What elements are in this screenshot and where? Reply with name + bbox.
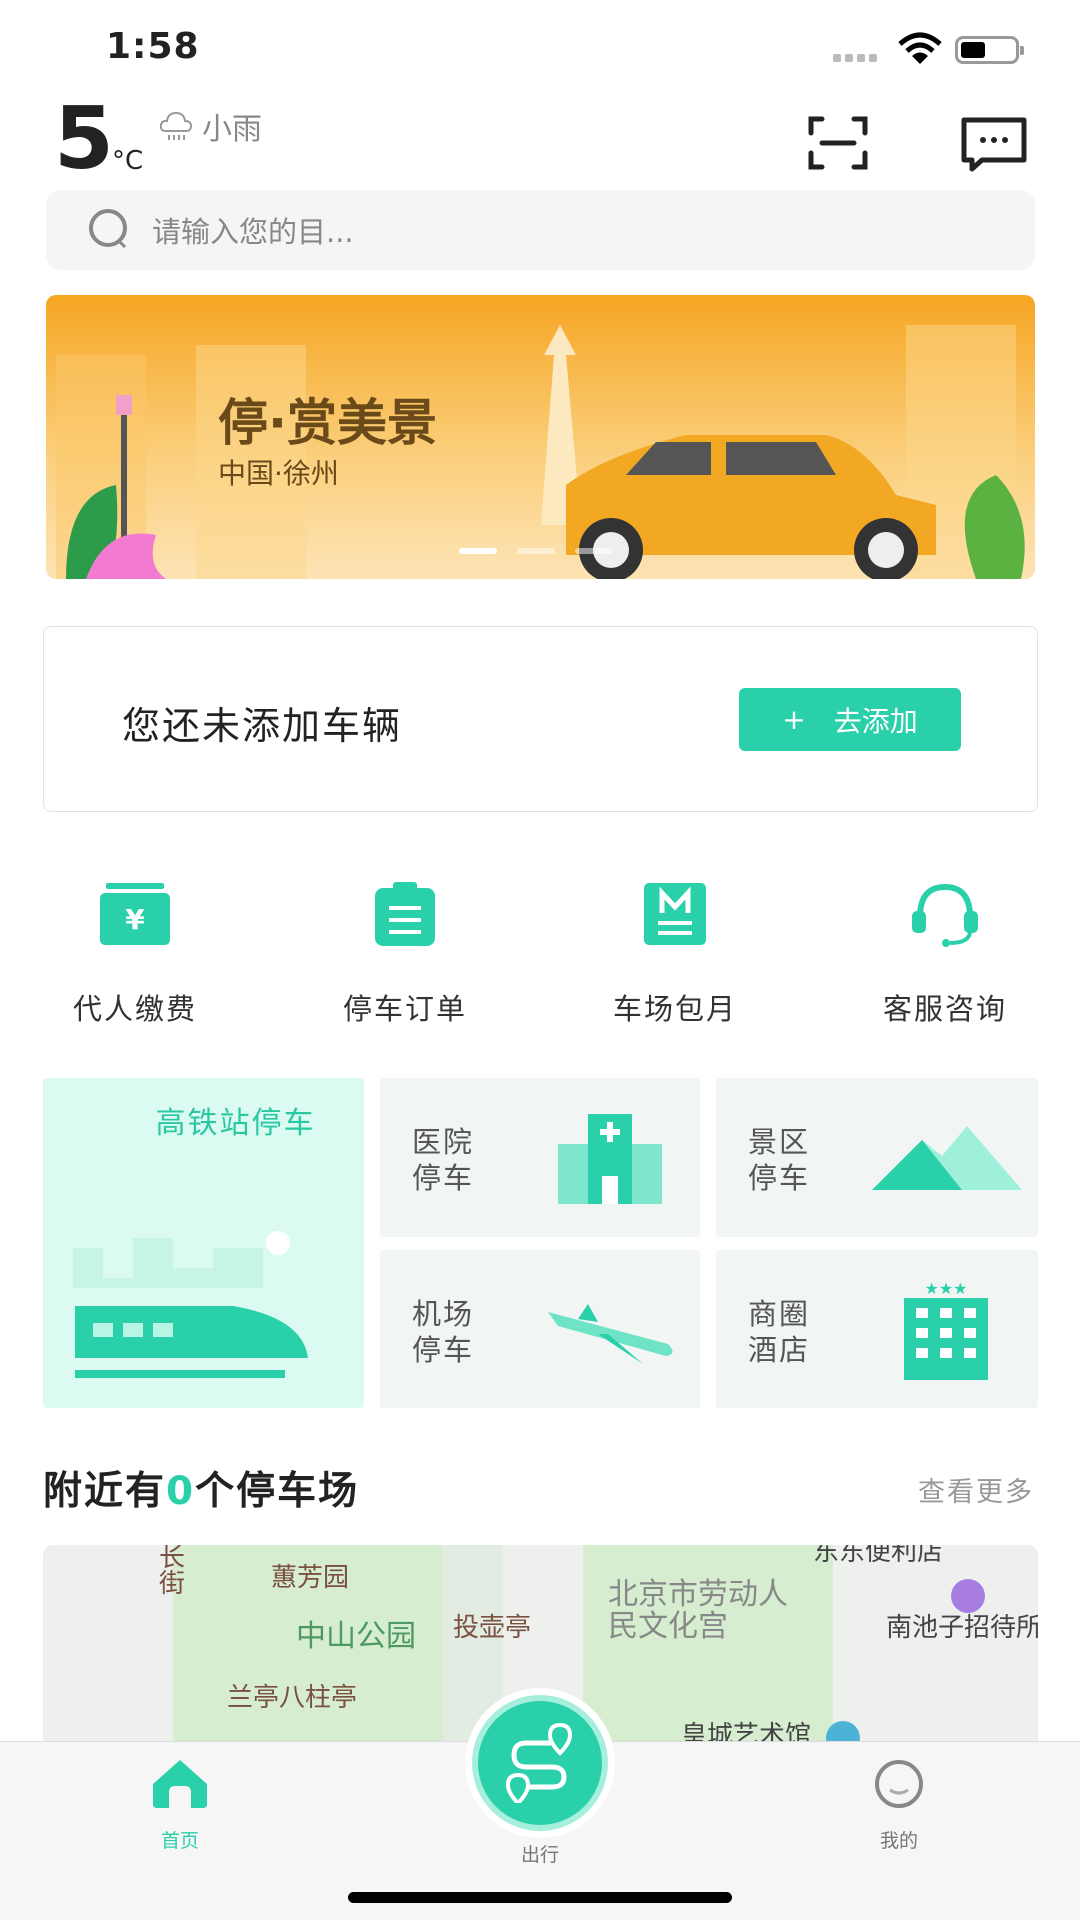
banner-dot[interactable]	[459, 548, 497, 554]
tab-label: 我的	[879, 1830, 918, 1852]
message-icon[interactable]	[960, 116, 1028, 172]
no-vehicle-message: 您还未添加车辆	[122, 704, 403, 748]
tab-home[interactable]: 首页	[110, 1760, 250, 1853]
tile-label: 商圈酒店	[748, 1297, 811, 1367]
banner-dot[interactable]	[575, 548, 613, 554]
map-label: 兰亭八柱亭	[227, 1683, 358, 1713]
tile-airport[interactable]: 机场停车	[380, 1250, 700, 1408]
tab-mine[interactable]: 我的	[829, 1760, 969, 1853]
quick-actions: ¥ 代人缴费 停车订单 车场包月 客服咨询	[0, 878, 1080, 1028]
status-time: 1:58	[106, 26, 200, 67]
banner-subtitle: 中国·徐州	[218, 457, 339, 490]
hotel-poi-icon[interactable]	[951, 1579, 985, 1613]
nearby-prefix: 附近有	[43, 1469, 167, 1514]
nearby-suffix: 个停车场	[195, 1469, 360, 1514]
tile-label: 高铁站停车	[155, 1106, 316, 1141]
svg-text:★★★: ★★★	[924, 1280, 967, 1298]
quick-label: 停车订单	[342, 992, 467, 1026]
train-icon	[73, 1231, 308, 1378]
temperature: 5	[54, 89, 114, 189]
banner-illustration	[56, 325, 1025, 579]
travel-center-button[interactable]	[465, 1688, 615, 1838]
scan-icon[interactable]	[806, 116, 870, 170]
search-placeholder: 请输入您的目...	[152, 215, 354, 249]
tab-label: 出行	[520, 1844, 559, 1866]
temperature-unit: °C	[112, 146, 144, 176]
vehicle-card: 您还未添加车辆 + 去添加	[43, 626, 1038, 812]
search-icon	[89, 209, 127, 249]
map-label: 投壶亭	[453, 1613, 532, 1643]
battery-icon	[955, 36, 1024, 64]
rain-cloud-icon	[159, 111, 193, 140]
svg-text:¥: ¥	[125, 903, 145, 936]
yen-wallet-icon: ¥	[100, 883, 170, 945]
map-label: 中山公园	[296, 1619, 416, 1654]
tile-hotel[interactable]: 商圈酒店 ★★★	[716, 1250, 1038, 1408]
weather-desc: 小雨	[202, 112, 262, 147]
mountain-icon	[872, 1126, 1022, 1190]
search-input[interactable]: 请输入您的目...	[46, 190, 1035, 270]
wifi-icon	[898, 32, 942, 64]
hotel-icon: ★★★	[904, 1280, 988, 1380]
view-more-link[interactable]: 查看更多	[918, 1470, 1034, 1509]
tab-label: 首页	[160, 1830, 199, 1852]
map-label: 东东便利店	[813, 1545, 944, 1567]
monthly-m-icon	[644, 883, 706, 945]
smile-face-icon	[875, 1760, 923, 1808]
quick-customer-service[interactable]: 客服咨询	[810, 878, 1080, 1028]
add-vehicle-label: 去添加	[833, 704, 918, 738]
map-label: 蕙芳园	[271, 1563, 350, 1593]
headset-icon	[912, 883, 978, 947]
map-label: 长街	[159, 1545, 186, 1599]
promo-banner[interactable]: 停·赏美景 中国·徐州	[46, 295, 1035, 579]
tile-scenic[interactable]: 景区停车	[716, 1078, 1038, 1237]
airplane-icon	[548, 1304, 673, 1364]
plus-icon: +	[782, 703, 806, 736]
nearby-title: 附近有0个停车场	[43, 1460, 359, 1516]
nearby-count: 0	[166, 1469, 196, 1514]
tile-hospital[interactable]: 医院停车	[380, 1078, 700, 1237]
add-vehicle-button[interactable]: + 去添加	[739, 688, 961, 751]
tab-travel[interactable]: 出行	[470, 1840, 610, 1867]
quick-pay-for-others[interactable]: ¥ 代人缴费	[0, 878, 270, 1028]
clipboard-icon	[375, 882, 435, 946]
banner-dot[interactable]	[517, 548, 555, 554]
route-icon	[505, 1723, 573, 1803]
tile-label: 机场停车	[412, 1297, 475, 1367]
quick-label: 车场包月	[612, 992, 737, 1026]
home-indicator	[348, 1892, 732, 1903]
quick-monthly-parking[interactable]: 车场包月	[540, 878, 810, 1028]
banner-title: 停·赏美景	[218, 394, 437, 452]
weather: 小雨	[158, 104, 262, 148]
signal-icon	[833, 54, 877, 62]
tile-label: 景区停车	[748, 1125, 811, 1195]
banner-pagination[interactable]	[459, 548, 613, 554]
tile-label: 医院停车	[412, 1125, 475, 1195]
quick-parking-orders[interactable]: 停车订单	[270, 878, 540, 1028]
tile-high-speed-rail[interactable]: 高铁站停车	[43, 1078, 364, 1408]
hospital-icon	[558, 1114, 662, 1204]
home-icon	[153, 1760, 207, 1808]
map-label: 北京市劳动人民文化宫	[608, 1577, 788, 1644]
map-label: 南池子招待所	[886, 1613, 1038, 1643]
quick-label: 客服咨询	[882, 992, 1007, 1026]
quick-label: 代人缴费	[72, 992, 197, 1026]
